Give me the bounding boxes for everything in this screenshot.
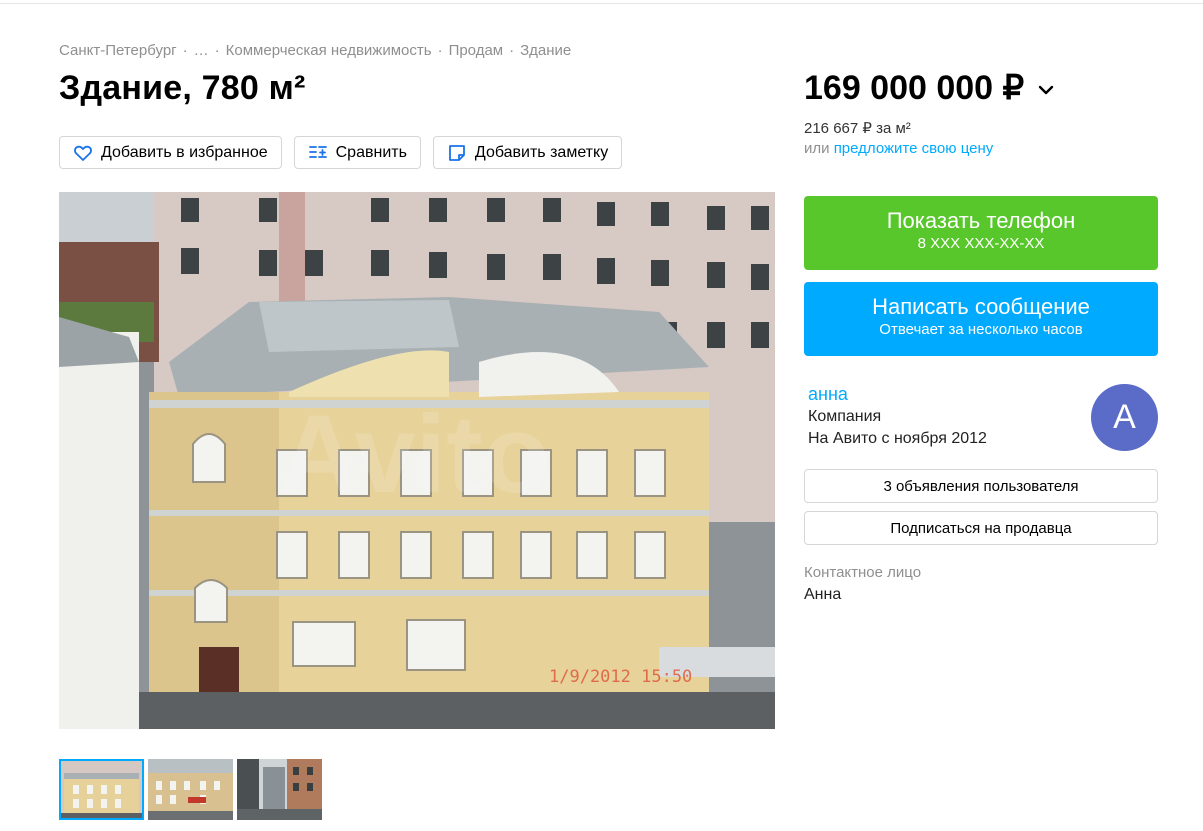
compare-label: Сравнить (335, 143, 407, 161)
write-message-label: Написать сообщение (872, 294, 1090, 319)
price-offer-prefix: или (804, 140, 830, 157)
chevron-down-icon[interactable] (1038, 67, 1054, 111)
price-per-sqm: 216 667 ₽ за м² (804, 120, 911, 137)
subscribe-seller-button[interactable]: Подписаться на продавца (804, 511, 1158, 545)
price-block: 169 000 000 ₽ (804, 66, 1054, 110)
contact-person-name: Анна (804, 586, 842, 603)
seller-type: Компания (808, 408, 882, 425)
show-phone-button[interactable]: Показать телефон 8 XXX XXX-XX-XX (804, 196, 1158, 270)
compare-icon (308, 145, 327, 158)
thumbnail-image (59, 759, 144, 820)
price-offer: или предложите свою цену (804, 140, 993, 157)
heart-icon (74, 145, 92, 161)
main-photo[interactable]: 1/9/2012 15:50 Avito (59, 192, 775, 729)
phone-masked: 8 XXX XXX-XX-XX (917, 235, 1045, 252)
page-title: Здание, 780 м² (59, 69, 306, 107)
note-icon (449, 144, 465, 161)
seller-name-link[interactable]: анна (808, 384, 848, 405)
breadcrumb: Санкт-Петербург · … · Коммерческая недвижимо… (59, 42, 571, 59)
breadcrumb-city[interactable]: Санкт-Петербург (59, 42, 177, 59)
compare-button[interactable]: Сравнить (293, 136, 421, 169)
add-note-label: Добавить заметку (474, 143, 609, 161)
seller-listings-button[interactable]: 3 объявления пользователя (804, 469, 1158, 503)
contact-person-label: Контактное лицо (804, 564, 922, 581)
add-to-favorites-label: Добавить в избранное (101, 143, 268, 161)
seller-avatar[interactable]: А (1091, 384, 1158, 451)
reply-time: Отвечает за несколько часов (879, 321, 1083, 338)
breadcrumb-separator: · (437, 42, 443, 59)
breadcrumb-ellipsis[interactable]: … (194, 42, 209, 59)
price-value: 169 000 000 ₽ (804, 69, 1025, 107)
add-to-favorites-button[interactable]: Добавить в избранное (59, 136, 282, 169)
top-divider (0, 3, 1203, 4)
offer-price-link[interactable]: предложите свою цену (834, 140, 994, 157)
thumbnail-image (237, 759, 322, 820)
breadcrumb-category[interactable]: Коммерческая недвижимость (226, 42, 432, 59)
building-photo: 1/9/2012 15:50 Avito (59, 192, 775, 729)
thumbnail-image (148, 759, 233, 820)
add-note-button[interactable]: Добавить заметку (432, 136, 623, 169)
thumbnail-2[interactable] (148, 759, 233, 820)
photo-timestamp: 1/9/2012 15:50 (549, 667, 692, 687)
breadcrumb-deal-type[interactable]: Продам (449, 42, 504, 59)
breadcrumb-separator: · (214, 42, 220, 59)
show-phone-label: Показать телефон (886, 208, 1076, 233)
thumbnail-1[interactable] (59, 759, 144, 820)
thumbnail-3[interactable] (237, 759, 322, 820)
listing-actions: Добавить в избранное Сравнить Добавить з… (59, 136, 623, 169)
seller-since: На Авито с ноября 2012 (808, 430, 987, 447)
write-message-button[interactable]: Написать сообщение Отвечает за несколько… (804, 282, 1158, 356)
breadcrumb-separator: · (509, 42, 515, 59)
breadcrumb-separator: · (182, 42, 188, 59)
breadcrumb-object-type[interactable]: Здание (520, 42, 571, 59)
thumbnail-strip (59, 759, 322, 820)
photo-watermark: Avito (279, 393, 550, 516)
